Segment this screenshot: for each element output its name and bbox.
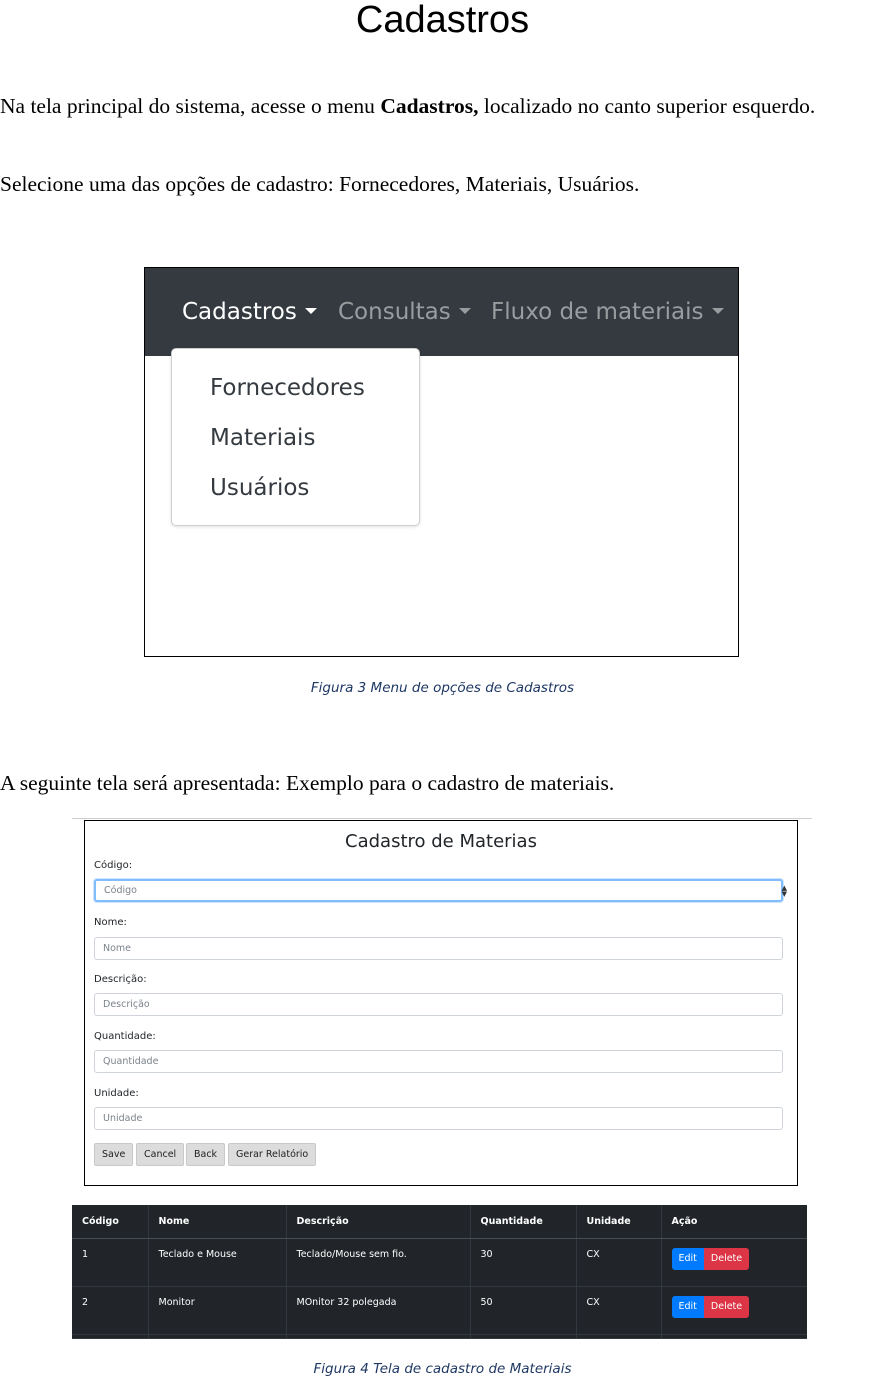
materials-form-screenshot: Cadastro de Materias Código: ▲▼ Nome: De… — [84, 820, 798, 1186]
cancel-button[interactable]: Cancel — [136, 1143, 185, 1166]
divider — [72, 818, 812, 819]
paragraph-options: Selecione uma das opções de cadastro: Fo… — [0, 172, 640, 196]
paragraph-bold-term: Cadastros, — [380, 94, 479, 118]
caret-down-icon — [304, 308, 317, 314]
dropdown-item-usuarios[interactable]: Usuários — [210, 473, 309, 503]
materials-table: Código Nome Descrição Quantidade Unidade… — [72, 1205, 807, 1339]
descricao-label: Descrição: — [94, 974, 147, 985]
table-row: 1 Teclado e Mouse Teclado/Mouse sem fio.… — [72, 1238, 807, 1287]
unidade-label: Unidade: — [94, 1088, 139, 1099]
delete-button[interactable]: Delete — [703, 1248, 750, 1270]
figure-menu-screenshot: Cadastros Consultas Fluxo de materiais F… — [144, 267, 739, 657]
column-header-nome: Nome — [148, 1205, 287, 1239]
cell-acao: Edit Delete — [661, 1238, 807, 1287]
edit-button[interactable]: Edit — [671, 1296, 704, 1318]
descricao-input[interactable] — [94, 993, 783, 1016]
unidade-input[interactable] — [94, 1107, 783, 1130]
caret-down-icon — [711, 308, 724, 314]
cell-unidade: CX — [576, 1286, 662, 1335]
number-spinner-icon[interactable]: ▲ ▼ — [782, 885, 787, 898]
dropdown-item-fornecedores[interactable]: Fornecedores — [210, 373, 365, 403]
cell-unidade: CX — [576, 1238, 662, 1287]
table-row: 2 Monitor MOnitor 32 polegada 50 CX Edit… — [72, 1286, 807, 1335]
cell-quantidade: 50 — [470, 1286, 577, 1335]
nav-menu-consultas[interactable]: Consultas — [338, 297, 471, 327]
caret-down-icon — [458, 308, 471, 314]
cell-descricao: MOnitor 32 polegada — [286, 1286, 471, 1335]
column-header-descricao: Descrição — [286, 1205, 471, 1239]
figure-3-caption: Figura 3 Menu de opções de Cadastros — [310, 680, 575, 696]
quantidade-label: Quantidade: — [94, 1031, 156, 1042]
codigo-input[interactable] — [94, 879, 783, 902]
codigo-label: Código: — [94, 860, 133, 871]
quantidade-input[interactable] — [94, 1050, 783, 1073]
figure-4-caption: Figura 4 Tela de cadastro de Materiais — [313, 1361, 572, 1377]
paragraph-next-screen: A seguinte tela será apresentada: Exempl… — [0, 771, 615, 795]
navbar: Cadastros Consultas Fluxo de materiais — [145, 268, 738, 356]
column-header-quantidade: Quantidade — [470, 1205, 577, 1239]
nome-label: Nome: — [94, 917, 127, 928]
document-title: Cadastros — [355, 0, 530, 41]
cell-quantidade: 30 — [470, 1238, 577, 1287]
cell-codigo: 2 — [72, 1286, 149, 1335]
nav-label: Cadastros — [182, 299, 297, 325]
nav-menu-fluxo-de-materiais[interactable]: Fluxo de materiais — [491, 297, 724, 327]
cell-acao: Edit Delete — [661, 1286, 807, 1335]
nav-label: Consultas — [338, 299, 451, 325]
column-header-acao: Ação — [661, 1205, 807, 1239]
cell-nome: Teclado e Mouse — [148, 1238, 287, 1287]
cell-codigo: 1 — [72, 1238, 149, 1287]
nav-label: Fluxo de materiais — [491, 299, 704, 325]
save-button[interactable]: Save — [94, 1143, 134, 1166]
cell-descricao: Teclado/Mouse sem fio. — [286, 1238, 471, 1287]
paragraph-text: localizado no canto superior esquerdo. — [483, 94, 816, 118]
cadastros-dropdown-menu: Fornecedores Materiais Usuários — [171, 348, 420, 526]
nav-menu-cadastros[interactable]: Cadastros — [182, 297, 317, 327]
cell-nome: Monitor — [148, 1286, 287, 1335]
nome-input[interactable] — [94, 937, 783, 960]
dropdown-item-materiais[interactable]: Materiais — [210, 423, 315, 453]
form-title: Cadastro de Materias — [345, 831, 537, 852]
back-button[interactable]: Back — [186, 1143, 226, 1166]
paragraph-menu-instructions: Na tela principal do sistema, acesse o m… — [0, 93, 885, 120]
edit-button[interactable]: Edit — [671, 1248, 704, 1270]
table-row-partial — [72, 1334, 807, 1339]
column-header-unidade: Unidade — [576, 1205, 662, 1239]
generate-report-button[interactable]: Gerar Relatório — [228, 1143, 317, 1166]
table-header-row: Código Nome Descrição Quantidade Unidade… — [72, 1205, 807, 1239]
paragraph-text: Na tela principal do sistema, acesse o m… — [0, 94, 381, 118]
delete-button[interactable]: Delete — [703, 1296, 750, 1318]
column-header-codigo: Código — [72, 1205, 149, 1239]
